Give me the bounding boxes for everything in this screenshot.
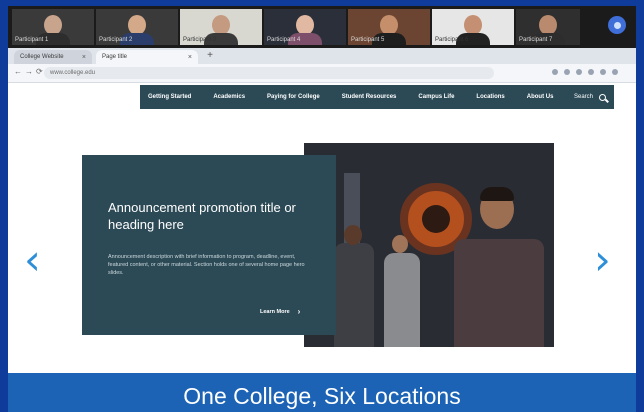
- participant-name: Participant 5: [351, 37, 385, 43]
- nav-item-about-us[interactable]: About Us: [527, 94, 554, 100]
- participant-tile[interactable]: Participant 7: [516, 9, 580, 45]
- extension-icon[interactable]: [588, 69, 594, 75]
- participant-tile[interactable]: Participant 1: [12, 9, 94, 45]
- video-participant-strip: Participant 1 Participant 2 Participant …: [8, 6, 636, 48]
- browser-tab-bar: College Website × Page title × +: [8, 48, 636, 64]
- announcement-card: Announcement promotion title or heading …: [82, 155, 336, 335]
- search-icon: [599, 93, 606, 101]
- close-tab-icon[interactable]: ×: [188, 54, 192, 61]
- participant-name: Participant 7: [519, 37, 553, 43]
- screen-frame: Participant 1 Participant 2 Participant …: [0, 0, 644, 412]
- browser-window: Participant 1 Participant 2 Participant …: [8, 6, 636, 412]
- address-bar: ←→⟳ www.college.edu: [8, 64, 636, 83]
- extension-icon[interactable]: [552, 69, 558, 75]
- url-input[interactable]: www.college.edu: [44, 67, 494, 79]
- chevron-right-icon: ›: [297, 307, 301, 316]
- search-button[interactable]: Search: [573, 93, 606, 101]
- announcement-title: Announcement promotion title or heading …: [108, 200, 296, 232]
- participant-tile[interactable]: Participant 4: [264, 9, 346, 45]
- participant-tile[interactable]: Participant 5: [348, 9, 430, 45]
- hero-photo: [304, 143, 554, 347]
- learn-more-link[interactable]: Learn More ›: [260, 307, 300, 316]
- nav-item-getting-started[interactable]: Getting Started: [148, 94, 191, 100]
- participant-name: Participant 3: [183, 37, 217, 43]
- main-navigation: Getting Started Academics Paying for Col…: [140, 85, 614, 109]
- browser-tab[interactable]: College Website ×: [14, 50, 92, 64]
- extension-icon[interactable]: [576, 69, 582, 75]
- close-tab-icon[interactable]: ×: [82, 54, 86, 61]
- site-header: Getting Started Academics Paying for Col…: [8, 83, 636, 111]
- view-options-icon[interactable]: [608, 16, 626, 34]
- participant-name: Participant 2: [99, 37, 133, 43]
- learn-more-label: Learn More: [260, 308, 290, 315]
- participant-name: Participant 6: [435, 37, 469, 43]
- nav-item-campus-life[interactable]: Campus Life: [418, 94, 454, 100]
- nav-item-academics[interactable]: Academics: [213, 94, 245, 100]
- extension-icon[interactable]: [600, 69, 606, 75]
- banner-heading: One College, Six Locations: [183, 383, 461, 409]
- search-label: Search: [573, 94, 593, 100]
- participant-tile[interactable]: Participant 3: [180, 9, 262, 45]
- new-tab-icon[interactable]: +: [204, 50, 216, 62]
- nav-item-locations[interactable]: Locations: [476, 94, 504, 100]
- extension-icon[interactable]: [564, 69, 570, 75]
- tab-label: College Website: [20, 54, 64, 60]
- next-slide-icon[interactable]: ›: [594, 235, 611, 284]
- back-forward-icon[interactable]: ←→⟳: [14, 67, 46, 76]
- participant-tile[interactable]: Participant 6: [432, 9, 514, 45]
- nav-item-student-resources[interactable]: Student Resources: [342, 94, 397, 100]
- nav-item-paying-for-college[interactable]: Paying for College: [267, 94, 320, 100]
- hero-slider: ‹ › Announcement promotion title or head…: [8, 111, 636, 373]
- locations-banner: One College, Six Locations: [8, 373, 636, 412]
- menu-icon[interactable]: [612, 69, 618, 75]
- previous-slide-icon[interactable]: ‹: [24, 235, 41, 284]
- participant-tile[interactable]: Participant 2: [96, 9, 178, 45]
- participant-name: Participant 4: [267, 37, 301, 43]
- announcement-description: Announcement description with brief info…: [108, 254, 305, 276]
- browser-tab-active[interactable]: Page title ×: [96, 50, 198, 64]
- tab-label: Page title: [102, 54, 128, 60]
- extension-icons: [552, 69, 618, 75]
- participant-name: Participant 1: [15, 37, 49, 43]
